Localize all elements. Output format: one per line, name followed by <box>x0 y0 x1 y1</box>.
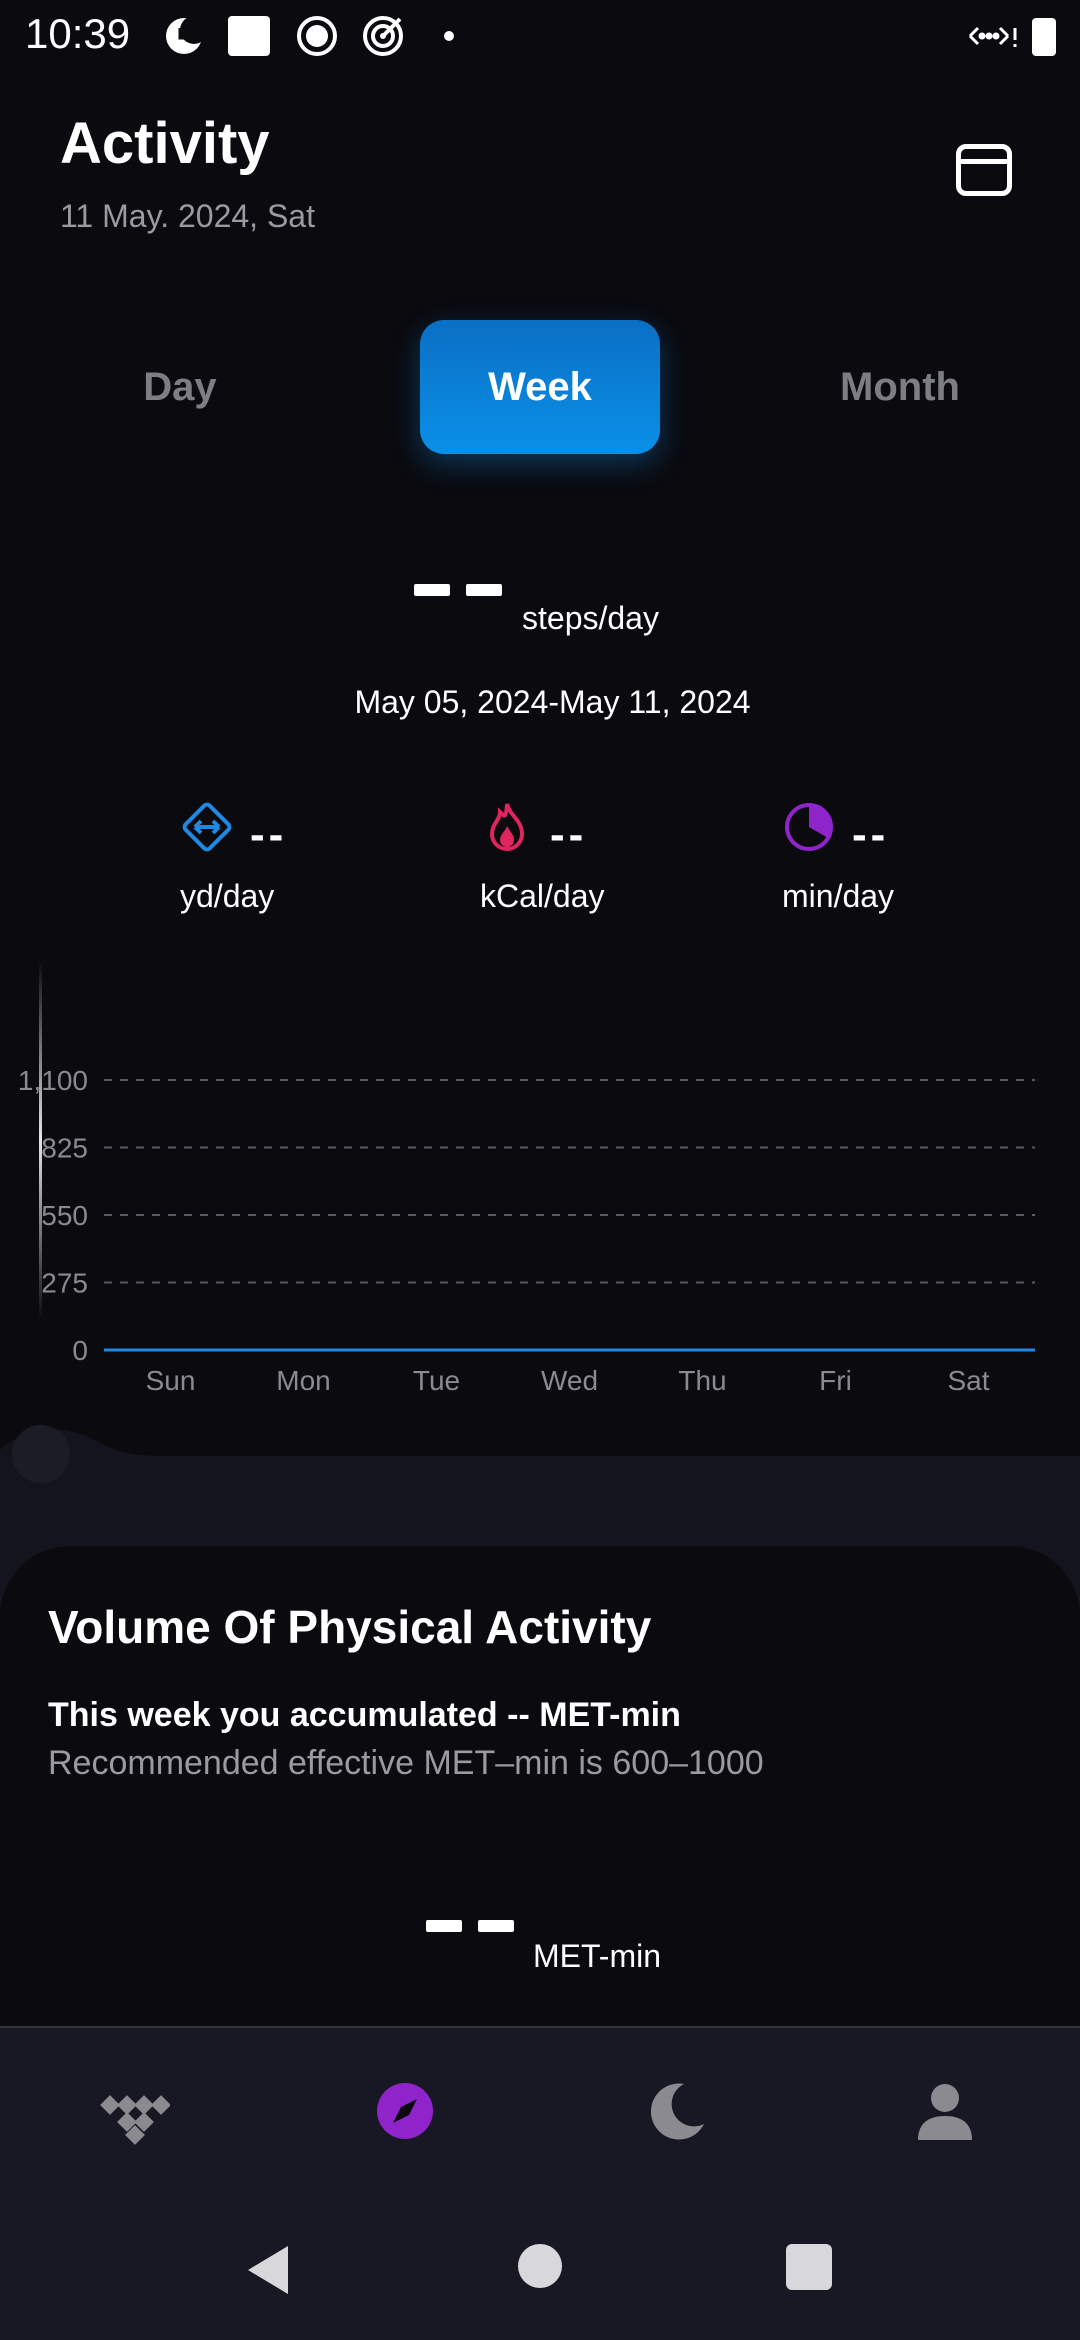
data-transfer-icon <box>968 26 1017 47</box>
person-icon[interactable] <box>910 2076 980 2146</box>
met-week-text: This week you accumulated -- MET-min <box>48 1696 681 1734</box>
y-tick-label: 1,100 <box>18 1065 88 1096</box>
met-unit: MET-min <box>533 1938 661 1974</box>
home-icon[interactable] <box>518 2244 562 2288</box>
distance-unit: yd/day <box>180 878 275 914</box>
alarm-moon-icon <box>166 16 208 54</box>
x-tick-label: Fri <box>819 1365 852 1396</box>
system-status-icons <box>968 18 1056 56</box>
duration-value: -- <box>852 810 890 859</box>
page-title: Activity <box>60 111 270 176</box>
y-tick-label: 275 <box>41 1268 88 1299</box>
y-tick-label: 0 <box>72 1335 88 1366</box>
tab-day[interactable]: Day <box>60 320 300 454</box>
calories-unit: kCal/day <box>480 878 605 914</box>
distance-icon <box>182 802 232 852</box>
target-icon <box>363 16 403 56</box>
notification-icons <box>166 16 454 56</box>
y-tick-label: 550 <box>41 1200 88 1231</box>
status-time: 10:39 <box>25 10 131 57</box>
more-notifications-dot <box>444 31 454 41</box>
duration-unit: min/day <box>782 878 895 914</box>
app-notification-icon <box>228 16 270 56</box>
met-value-placeholder <box>426 1920 516 1932</box>
clock-icon <box>785 803 833 851</box>
wave-divider <box>0 1429 1080 1490</box>
tab-month[interactable]: Month <box>780 320 1020 454</box>
met-recommend-text: Recommended effective MET–min is 600–100… <box>48 1744 764 1782</box>
battery-icon <box>1032 18 1056 56</box>
steps-value-placeholder <box>414 584 504 596</box>
x-tick-label: Tue <box>413 1365 460 1396</box>
distance-value: -- <box>250 810 288 859</box>
flame-icon <box>489 803 525 851</box>
status-bar: 10:39 <box>0 0 1080 72</box>
page-date: 11 May. 2024, Sat <box>60 198 315 234</box>
scroll-handle[interactable] <box>12 1425 70 1483</box>
x-tick-label: Wed <box>541 1365 598 1396</box>
x-tick-label: Mon <box>276 1365 330 1396</box>
x-tick-label: Thu <box>678 1365 726 1396</box>
x-tick-label: Sun <box>146 1365 196 1396</box>
moon-icon[interactable] <box>640 2076 710 2146</box>
compass-icon[interactable] <box>370 2076 440 2146</box>
y-tick-label: 825 <box>41 1133 88 1164</box>
dashboard-icon[interactable] <box>100 2076 170 2146</box>
tab-week[interactable]: Week <box>420 320 660 454</box>
calories-value: -- <box>550 810 588 859</box>
steps-chart: 0 275 550 825 1,100 Sun Mon Tue Wed Thu Fri Sat <box>18 960 1035 1396</box>
x-tick-label: Sat <box>947 1365 989 1396</box>
calendar-icon[interactable] <box>956 144 1012 196</box>
recents-icon[interactable] <box>786 2244 832 2290</box>
back-icon[interactable] <box>240 2242 300 2298</box>
met-title: Volume Of Physical Activity <box>48 1601 652 1653</box>
date-range: May 05, 2024-May 11, 2024 <box>354 684 751 720</box>
circle-notification-icon <box>297 16 337 56</box>
steps-unit: steps/day <box>522 600 659 636</box>
